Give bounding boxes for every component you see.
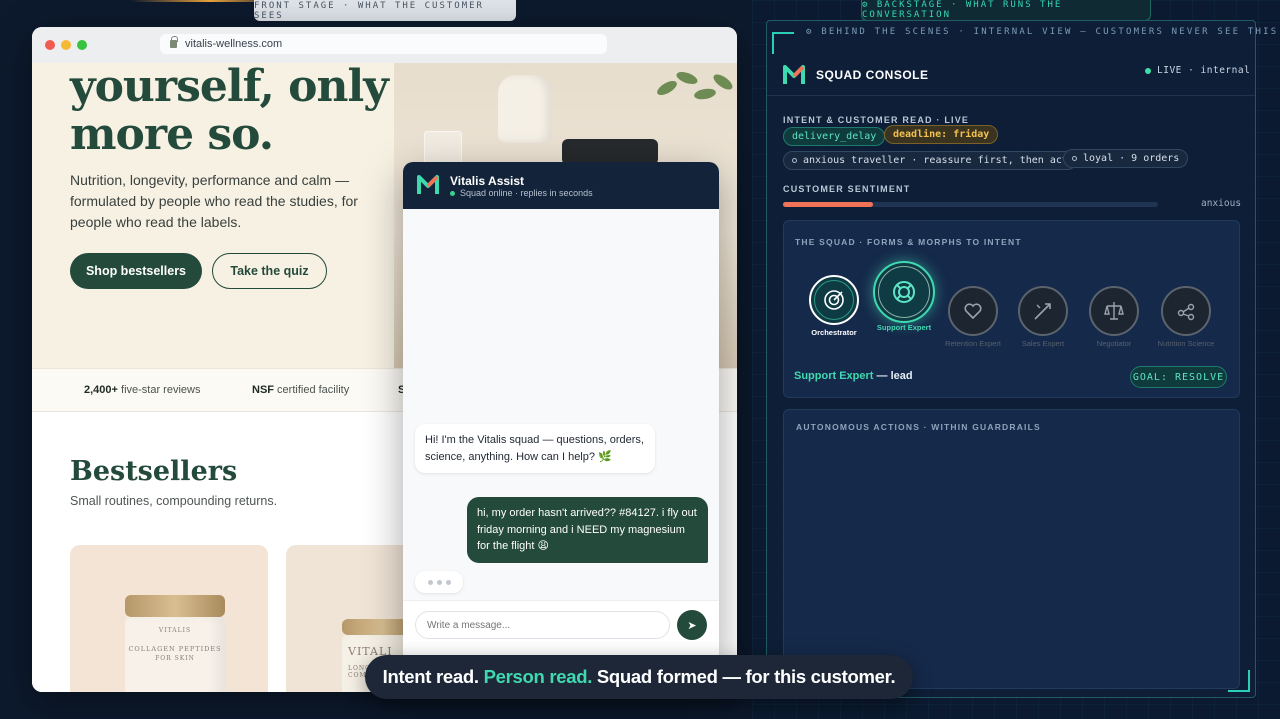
heart-icon xyxy=(948,286,998,336)
minimize-window-dot[interactable] xyxy=(61,40,71,50)
chat-title: Vitalis Assist xyxy=(450,174,525,188)
chat-widget: Vitalis Assist Squad online · replies in… xyxy=(403,162,719,662)
reviews-stat: 2,400+ five-star reviews xyxy=(84,384,201,396)
jug-image xyxy=(498,75,552,143)
sentiment-fill xyxy=(783,202,873,207)
caption-part1: Intent read. xyxy=(382,666,479,687)
product-card[interactable]: VITALIS COLLAGEN PEPTIDES FOR SKIN xyxy=(70,545,268,692)
product-subtitle: FOR SKIN xyxy=(155,655,195,662)
user-message: hi, my order hasn't arrived?? #84127. i … xyxy=(467,497,708,563)
chat-status-text: Squad online · replies in seconds xyxy=(460,188,593,198)
shop-bestsellers-button[interactable]: Shop bestsellers xyxy=(70,253,202,289)
lead-suffix: — lead xyxy=(873,370,913,382)
lead-agent-name: Support Expert xyxy=(794,370,874,382)
url-text: vitalis-wellness.com xyxy=(185,38,283,50)
scales-icon xyxy=(1089,286,1139,336)
close-window-dot[interactable] xyxy=(45,40,55,50)
message-input[interactable] xyxy=(415,611,670,639)
chat-header: Vitalis Assist Squad online · replies in… xyxy=(403,162,719,209)
hero-title-line2: more so. xyxy=(70,109,274,160)
product-brand: VITALIS xyxy=(158,627,192,634)
sentiment-label: CUSTOMER SENTIMENT xyxy=(783,184,911,194)
behind-scenes-label: ⚙ BEHIND THE SCENES · INTERNAL VIEW — CU… xyxy=(806,27,1279,37)
hero-description: Nutrition, longevity, performance and ca… xyxy=(70,172,358,230)
agent-label: Negotiator xyxy=(1096,339,1132,348)
agent-label: Nutrition Science xyxy=(1157,339,1215,348)
live-dot-icon xyxy=(1145,67,1151,74)
caption-banner: Intent read. Person read. Squad formed —… xyxy=(365,655,913,699)
backstage-tab: ⚙ BACKSTAGE · WHAT RUNS THE CONVERSATION xyxy=(861,0,1151,21)
actions-panel xyxy=(783,409,1240,689)
plant-leaf-icon xyxy=(693,87,717,101)
molecule-icon xyxy=(1161,286,1211,336)
persona-chip: anxious traveller · reassure first, then… xyxy=(783,151,1077,170)
agent-label: Sales Expert xyxy=(1021,339,1065,348)
jar-cap xyxy=(125,595,225,617)
agent-label: Retention Expert xyxy=(945,339,1001,348)
deadline-chip: deadline: friday xyxy=(884,125,999,144)
intent-section-label: INTENT & CUSTOMER READ · LIVE xyxy=(783,115,970,125)
agent-label: Support Expert xyxy=(876,323,932,332)
bestsellers-title: Bestsellers xyxy=(70,456,238,487)
goal-badge: GOAL: RESOLVE xyxy=(1130,366,1227,388)
intent-chip: delivery_delay xyxy=(783,127,886,146)
hero-title-line1: yourself, only xyxy=(70,61,389,112)
product-name: COLLAGEN PEPTIDES xyxy=(128,645,222,653)
send-icon[interactable]: ➤ xyxy=(677,610,707,640)
bot-message: Hi! I'm the Vitalis squad — questions, o… xyxy=(415,424,655,473)
target-icon xyxy=(809,275,859,325)
front-stage-tab: FRONT STAGE · WHAT THE CUSTOMER SEES xyxy=(254,0,516,21)
loyalty-chip: loyal · 9 orders xyxy=(1063,149,1189,168)
bestsellers-subtitle: Small routines, compounding returns. xyxy=(70,494,278,508)
persona-icon xyxy=(792,158,797,163)
sentiment-word: anxious xyxy=(1201,198,1242,209)
take-quiz-button[interactable]: Take the quiz xyxy=(212,253,327,289)
online-dot-icon xyxy=(450,190,455,196)
plant-leaf-icon xyxy=(654,78,680,98)
sparkle-arrow-icon xyxy=(1018,286,1068,336)
live-indicator: LIVE · internal xyxy=(1145,65,1250,76)
nsf-stat: NSF certified facility xyxy=(252,384,350,396)
address-bar[interactable]: vitalis-wellness.com xyxy=(160,34,607,54)
chat-status: Squad online · replies in seconds xyxy=(450,188,593,198)
sentiment-bar xyxy=(783,202,1158,207)
loyalty-text: loyal · 9 orders xyxy=(1083,153,1180,164)
console-title: SQUAD CONSOLE xyxy=(816,68,929,82)
chat-composer: ➤ xyxy=(403,600,719,662)
actions-section-label: AUTONOMOUS ACTIONS · WITHIN GUARDRAILS xyxy=(796,422,1041,432)
plant-leaf-icon xyxy=(674,69,700,87)
caption-part2: Person read. xyxy=(483,666,593,687)
live-text: LIVE · internal xyxy=(1157,65,1251,76)
typing-indicator xyxy=(415,571,463,593)
maximize-window-dot[interactable] xyxy=(77,40,87,50)
lifebuoy-icon xyxy=(873,261,935,323)
product-jar-image: VITALIS COLLAGEN PEPTIDES FOR SKIN xyxy=(125,595,225,692)
loyalty-icon xyxy=(1072,156,1077,161)
browser-toolbar: vitalis-wellness.com xyxy=(32,27,737,63)
brand-logo-icon xyxy=(417,175,439,194)
lock-icon xyxy=(170,36,178,48)
lead-agent-line: Support Expert — lead xyxy=(794,370,913,382)
squad-section-label: THE SQUAD · FORMS & MORPHS TO INTENT xyxy=(795,237,1022,247)
agent-label: Orchestrator xyxy=(811,328,857,337)
caption-part3: Squad formed — for this customer. xyxy=(596,666,896,687)
persona-text: anxious traveller · reassure first, then… xyxy=(803,155,1068,166)
brand-logo-icon xyxy=(783,65,805,84)
hero-title: yourself, only more so. xyxy=(70,63,400,159)
